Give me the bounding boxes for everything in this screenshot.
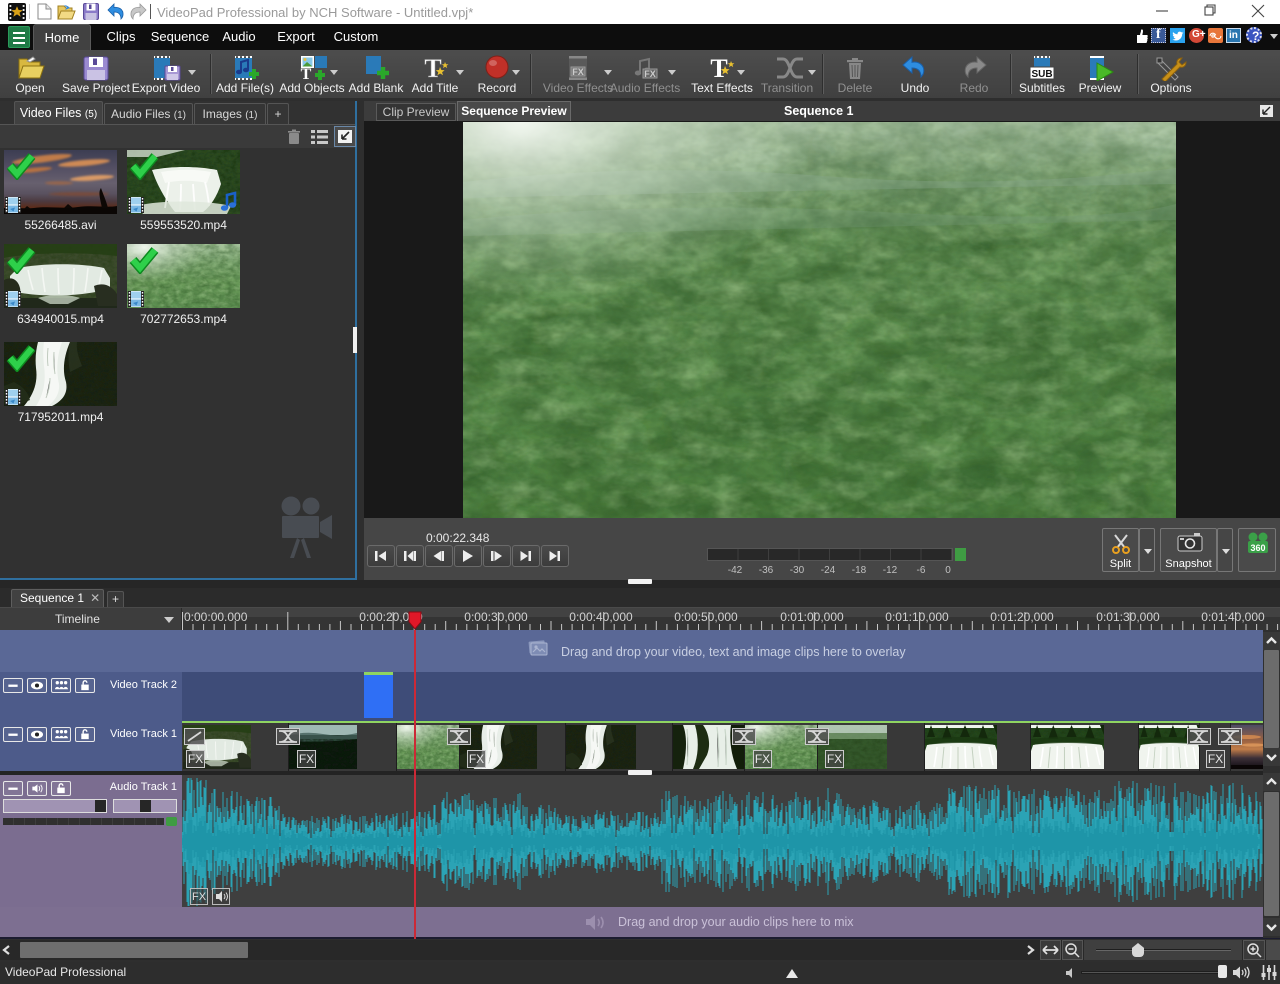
svg-text:T: T — [424, 55, 441, 81]
svg-text:T: T — [301, 66, 312, 81]
svg-text:FX: FX — [572, 67, 584, 77]
svg-text:360: 360 — [1250, 543, 1265, 553]
svg-text:SUB: SUB — [1031, 69, 1052, 80]
svg-text:FX: FX — [644, 69, 656, 79]
